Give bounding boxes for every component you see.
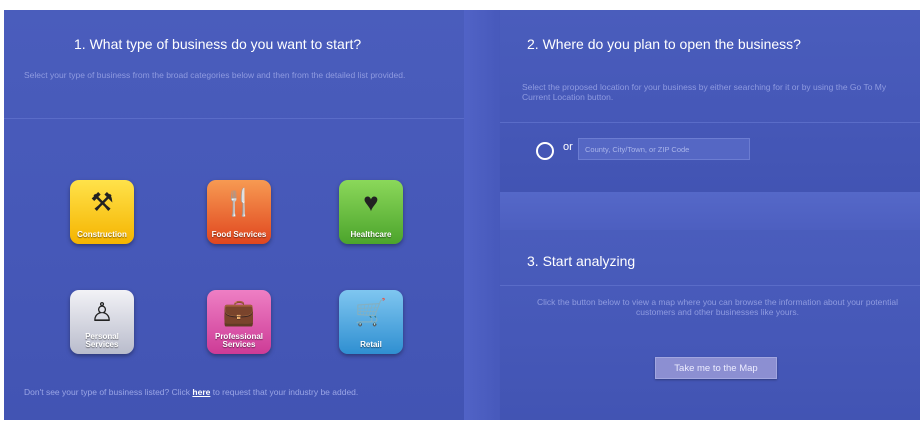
step2-subtitle: Select the proposed location for your bu…	[522, 82, 887, 102]
request-industry-link[interactable]: here	[192, 387, 210, 397]
category-food-services[interactable]: 🍴 Food Services	[207, 180, 271, 244]
or-label: or	[563, 141, 573, 153]
category-personal-services[interactable]: ♙ Personal Services	[70, 290, 134, 354]
category-healthcare[interactable]: ♥ Healthcare	[339, 180, 403, 244]
cart-icon: 🛒	[354, 297, 388, 327]
step3-title: 3. Start analyzing	[527, 253, 636, 269]
tile-label: Healthcare	[350, 230, 392, 239]
tile-label: Retail	[360, 340, 382, 349]
divider	[500, 285, 920, 286]
tile-label: Food Services	[211, 230, 267, 239]
step1-subtitle: Select your type of business from the br…	[24, 70, 406, 80]
tile-label: Construction	[77, 230, 127, 239]
take-me-to-map-button[interactable]: Take me to the Map	[655, 357, 777, 379]
divider	[500, 122, 920, 123]
category-construction[interactable]: ⚒ Construction	[70, 180, 134, 244]
step1-title: 1. What type of business do you want to …	[74, 36, 362, 52]
heart-pulse-icon: ♥	[363, 187, 379, 217]
missing-industry-note: Don't see your type of business listed? …	[24, 387, 358, 397]
tile-label: Professional Services	[214, 332, 263, 349]
category-retail[interactable]: 🛒 Retail	[339, 290, 403, 354]
category-professional-services[interactable]: 💼 Professional Services	[207, 290, 271, 354]
current-location-button[interactable]	[536, 142, 554, 160]
step2-title: 2. Where do you plan to open the busines…	[527, 36, 801, 52]
panel-divider	[464, 10, 500, 420]
step3-subtitle: Click the button below to view a map whe…	[537, 297, 898, 317]
fork-knife-icon: 🍴	[222, 187, 256, 217]
tools-icon: ⚒	[90, 187, 114, 217]
tile-label: Personal Services	[85, 332, 119, 349]
briefcase-icon: 💼	[222, 297, 256, 327]
location-search-input[interactable]	[578, 138, 750, 160]
footnote-prefix: Don't see your type of business listed? …	[24, 387, 193, 397]
person-icon: ♙	[90, 297, 114, 327]
footnote-suffix: to request that your industry be added.	[210, 387, 359, 397]
divider	[4, 118, 464, 119]
panel-divider	[500, 192, 920, 230]
